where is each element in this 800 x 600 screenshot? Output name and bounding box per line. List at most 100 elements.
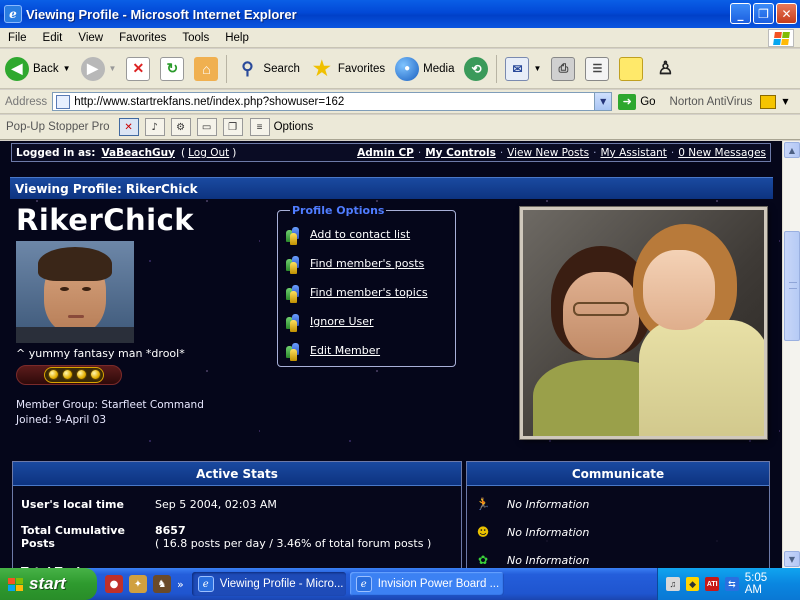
printer-icon: ⎙	[551, 56, 576, 81]
edit-member-link[interactable]: Edit Member	[310, 344, 380, 357]
comm-value: No Information	[507, 497, 590, 511]
username-link[interactable]: VaBeachGuy	[102, 147, 176, 159]
users-icon	[286, 341, 302, 361]
back-label: Back	[33, 62, 59, 75]
logout-paren-close: )	[232, 146, 237, 159]
discuss-button[interactable]	[614, 51, 648, 87]
options-button[interactable]: ≡ Options	[246, 118, 314, 136]
taskbar: start ● ✦ ♞ » e Viewing Profile - Micro.…	[0, 568, 800, 600]
menu-help[interactable]: Help	[217, 32, 257, 44]
new-messages-link[interactable]: 0 New Messages	[678, 147, 766, 159]
go-label: Go	[640, 95, 656, 108]
stop-icon: ✕	[126, 56, 151, 81]
refresh-button[interactable]: ↻	[155, 51, 189, 87]
task-label: Viewing Profile - Micro...	[219, 578, 344, 590]
ignore-user-option[interactable]: Ignore User	[286, 312, 374, 332]
edit-button[interactable]: ☰	[580, 51, 614, 87]
copy-icon[interactable]: ❐	[222, 118, 243, 136]
home-button[interactable]: ⌂	[189, 51, 223, 87]
separator: ·	[670, 146, 675, 159]
joined-date: Joined: 9-April 03	[16, 414, 107, 426]
favorites-label: Favorites	[337, 62, 386, 75]
back-button[interactable]: ◀ Back ▼	[0, 51, 76, 87]
mail-button[interactable]: ✉ ▼	[500, 51, 546, 87]
history-icon: ⟲	[464, 56, 489, 81]
options-label: Options	[273, 121, 314, 133]
popup-settings-icon[interactable]: ⚙	[170, 118, 191, 136]
search-button[interactable]: ⚲ Search	[230, 51, 304, 87]
maximize-button[interactable]: ❐	[753, 3, 774, 24]
quick-launch-chevron[interactable]: »	[177, 578, 192, 591]
back-arrow-icon: ◀	[5, 56, 29, 81]
smiley-icon: ☻	[476, 525, 490, 539]
comm-value: No Information	[507, 553, 590, 567]
sound-icon[interactable]: ♪	[144, 118, 165, 136]
app-icon[interactable]: ●	[105, 575, 123, 593]
address-url[interactable]: http://www.startrekfans.net/index.php?sh…	[74, 96, 344, 108]
comm-row: ☻ No Information	[475, 524, 590, 540]
find-topics-option[interactable]: Find member's topics	[286, 283, 428, 303]
scroll-down-button[interactable]: ▼	[784, 551, 800, 567]
find-posts-option[interactable]: Find member's posts	[286, 254, 424, 274]
edit-page-icon: ☰	[585, 56, 610, 81]
menu-view[interactable]: View	[70, 32, 111, 44]
add-contact-link[interactable]: Add to contact list	[310, 228, 410, 241]
comm-row: 🏃 No Information	[475, 496, 590, 512]
ignore-user-link[interactable]: Ignore User	[310, 315, 374, 328]
find-topics-link[interactable]: Find member's topics	[310, 286, 428, 299]
menu-tools[interactable]: Tools	[174, 32, 217, 44]
vertical-scrollbar[interactable]: ▲ ▼	[782, 141, 800, 568]
flower-icon: ✿	[477, 553, 489, 567]
norton-antivirus-label[interactable]: Norton AntiVirus	[664, 96, 753, 108]
favorites-button[interactable]: ★ Favorites	[305, 51, 390, 87]
messenger-button[interactable]: ♙	[648, 51, 682, 87]
taskbar-item-viewing-profile[interactable]: e Viewing Profile - Micro...	[191, 572, 346, 596]
scroll-up-button[interactable]: ▲	[784, 142, 800, 158]
network-icon[interactable]: ⇆	[725, 577, 739, 591]
app-icon[interactable]: ✦	[129, 575, 147, 593]
block-popups-icon[interactable]: ✕	[118, 118, 139, 136]
avatar-tagline: ^ yummy fantasy man *drool*	[16, 347, 185, 360]
chevron-down-icon[interactable]: ▼	[782, 97, 788, 106]
address-input[interactable]: http://www.startrekfans.net/index.php?sh…	[52, 92, 613, 111]
ati-icon[interactable]: ATI	[705, 577, 720, 591]
users-icon	[286, 312, 302, 332]
edit-member-option[interactable]: Edit Member	[286, 341, 380, 361]
my-controls-link[interactable]: My Controls	[425, 147, 496, 159]
menu-favorites[interactable]: Favorites	[111, 32, 174, 44]
minimize-button[interactable]: _	[730, 3, 751, 24]
volume-icon[interactable]: ♫	[666, 577, 680, 591]
menu-edit[interactable]: Edit	[35, 32, 71, 44]
active-stats-title: Active Stats	[13, 462, 461, 486]
close-button[interactable]: ✕	[776, 3, 797, 24]
users-icon	[286, 283, 302, 303]
go-button[interactable]: ➜ Go	[612, 93, 663, 110]
users-icon	[286, 225, 302, 245]
add-contact-option[interactable]: Add to contact list	[286, 225, 410, 245]
menu-file[interactable]: File	[0, 32, 35, 44]
forward-button[interactable]: ▶ ▼	[76, 51, 122, 87]
my-assistant-link[interactable]: My Assistant	[600, 147, 666, 159]
search-label: Search	[263, 62, 300, 75]
media-button[interactable]: ● Media	[390, 51, 459, 87]
print-button[interactable]: ⎙	[546, 51, 580, 87]
norton-icon[interactable]	[760, 94, 777, 109]
admin-cp-link[interactable]: Admin CP	[357, 147, 414, 159]
view-new-posts-link[interactable]: View New Posts	[507, 147, 589, 159]
chevron-down-icon[interactable]: ▼	[594, 93, 612, 110]
app-icon[interactable]: ♞	[153, 575, 171, 593]
forward-arrow-icon: ▶	[80, 56, 105, 81]
chevron-down-icon: ▼	[108, 64, 117, 73]
user-links: Admin CP · My Controls · View New Posts …	[357, 147, 766, 159]
folder-icon[interactable]: ▭	[196, 118, 217, 136]
logout-link[interactable]: Log Out	[188, 147, 229, 159]
taskbar-item-invision[interactable]: e Invision Power Board ...	[349, 572, 504, 596]
scroll-thumb[interactable]	[784, 231, 800, 341]
find-posts-link[interactable]: Find member's posts	[310, 257, 424, 270]
history-button[interactable]: ⟲	[459, 51, 493, 87]
go-arrow-icon: ➜	[618, 93, 637, 110]
start-button[interactable]: start	[0, 568, 97, 600]
norton-tray-icon[interactable]: ◆	[685, 577, 700, 591]
stop-button[interactable]: ✕	[121, 51, 155, 87]
star-icon: ★	[312, 58, 331, 80]
